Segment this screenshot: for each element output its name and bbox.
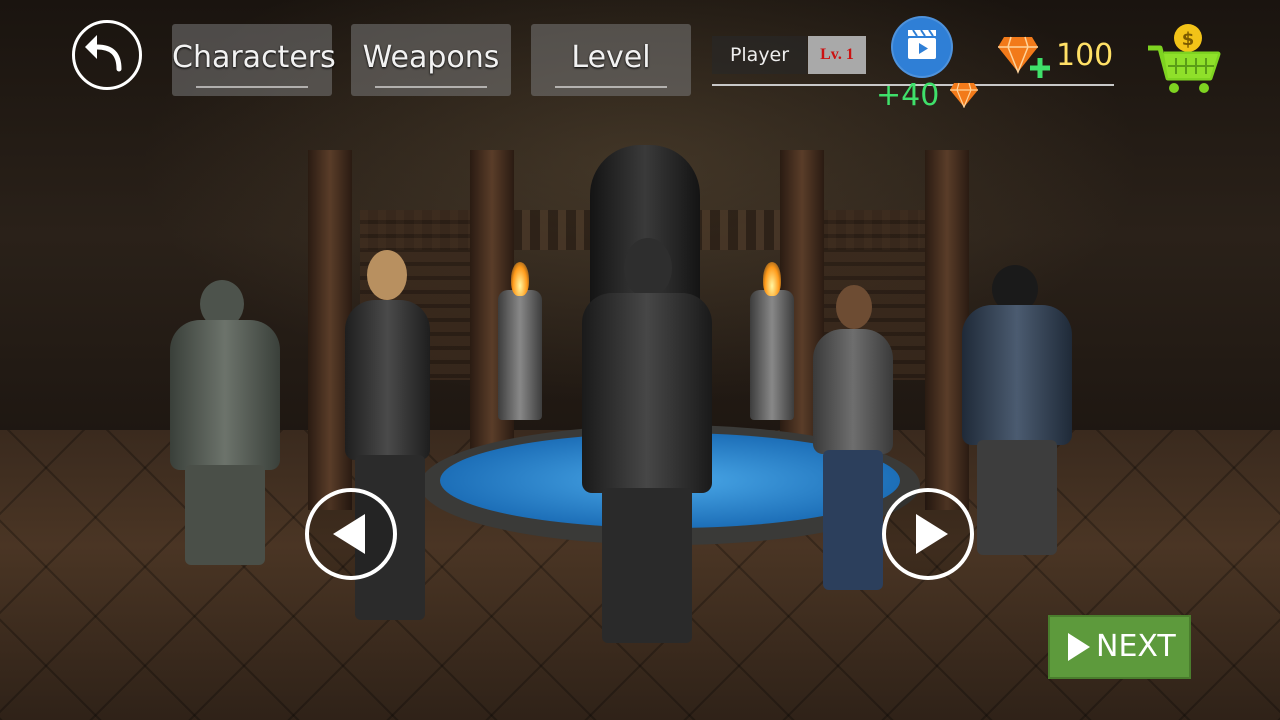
back-button[interactable] xyxy=(72,20,142,90)
video-play-icon xyxy=(908,29,936,59)
character-hazmat[interactable] xyxy=(165,280,285,570)
tab-level-label: Level xyxy=(571,40,651,75)
next-button-label: NEXT xyxy=(1096,629,1176,664)
torch-pedestal-left xyxy=(498,290,542,420)
diamond-icon xyxy=(949,82,978,109)
tab-weapons-label: Weapons xyxy=(362,40,500,75)
next-character-button[interactable] xyxy=(882,488,974,580)
player-name: Player xyxy=(712,36,807,74)
gem-count: 100 xyxy=(1056,38,1114,73)
torch-pedestal-right xyxy=(750,290,794,420)
player-level-badge: Lv. 1 xyxy=(808,36,866,74)
triangle-right-icon xyxy=(916,514,948,554)
previous-character-button[interactable] xyxy=(305,488,397,580)
tab-level[interactable]: Level xyxy=(531,24,691,96)
torch-flame-left xyxy=(511,262,529,296)
shopping-cart-icon[interactable]: $ xyxy=(1146,22,1222,94)
torch-flame-right xyxy=(763,262,781,296)
triangle-left-icon xyxy=(333,514,365,554)
play-icon xyxy=(1068,633,1090,661)
tab-characters[interactable]: Characters xyxy=(172,24,336,96)
watch-video-button[interactable] xyxy=(891,16,953,78)
reward-amount: +40 xyxy=(876,78,940,113)
character-soldier-selected[interactable] xyxy=(582,238,712,643)
tab-characters-label: Characters xyxy=(172,40,336,75)
svg-text:$: $ xyxy=(1182,29,1195,50)
character-jacket-helmet[interactable] xyxy=(962,265,1072,555)
video-reward: +40 xyxy=(876,78,979,114)
game-scene-background xyxy=(0,0,1280,720)
tab-weapons[interactable]: Weapons xyxy=(351,24,511,96)
back-arrow-icon xyxy=(85,35,122,72)
next-button[interactable]: NEXT xyxy=(1048,615,1191,679)
diamond-plus-icon[interactable] xyxy=(998,36,1050,80)
